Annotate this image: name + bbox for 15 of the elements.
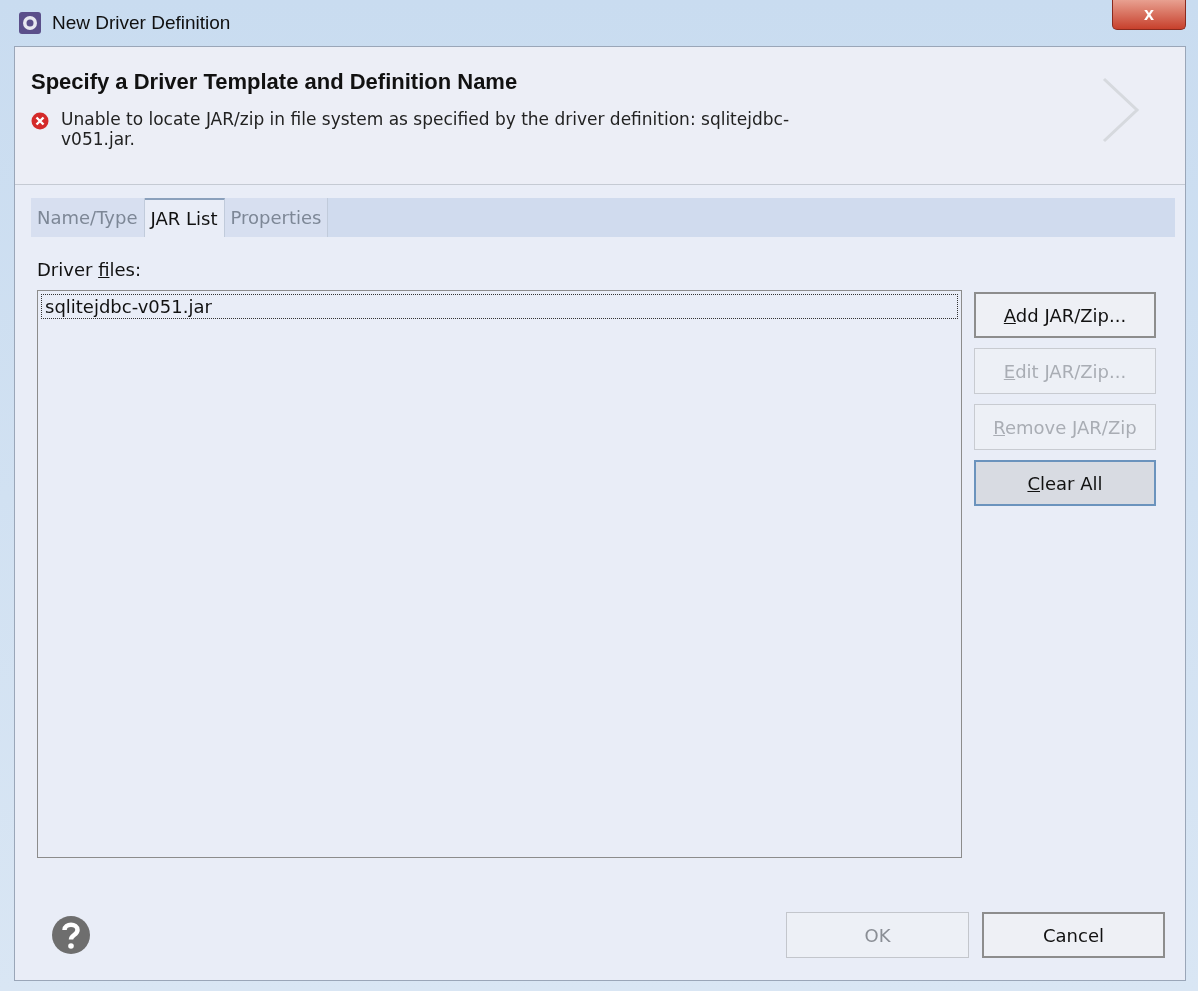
action-button[interactable]: Clear All (974, 460, 1156, 506)
window-title: New Driver Definition (52, 12, 231, 34)
dialog-button[interactable]: Cancel (982, 912, 1165, 958)
tab[interactable]: Name/Type (31, 198, 145, 237)
tab[interactable]: JAR List (144, 198, 225, 237)
driver-files-label: Driver files: (37, 259, 142, 280)
chevron-icon (1101, 76, 1141, 143)
close-button[interactable]: x (1112, 0, 1186, 30)
error-icon (31, 112, 49, 130)
help-icon[interactable] (51, 915, 91, 955)
action-button[interactable]: Add JAR/Zip... (974, 292, 1156, 338)
error-message: Unable to locate JAR/zip in file system as specified by the driver definition: sqlitejdbc-v051.jar. (61, 109, 791, 150)
list-item[interactable]: sqlitejdbc-v051.jar (41, 294, 958, 319)
page-title: Specify a Driver Template and Definition Name (31, 69, 519, 95)
tab[interactable]: Properties (224, 198, 329, 237)
